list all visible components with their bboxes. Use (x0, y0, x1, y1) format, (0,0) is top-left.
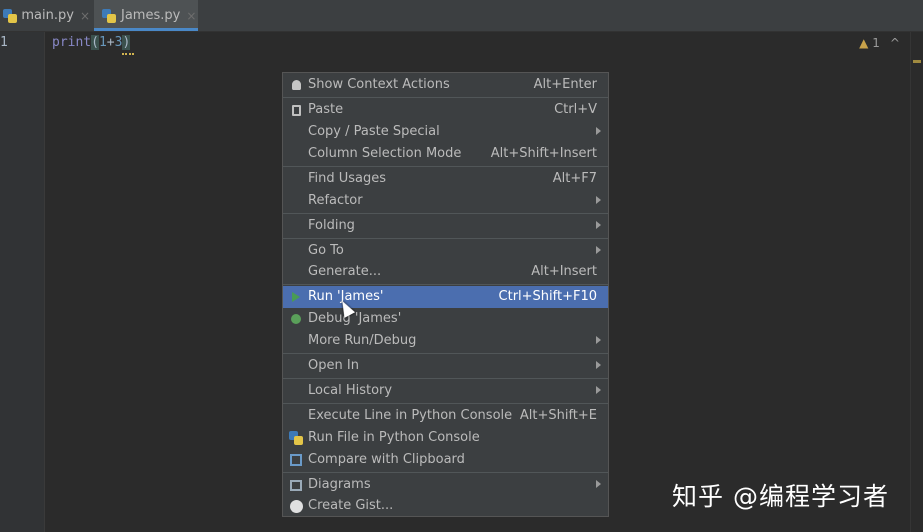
menu-item-more-run-debug[interactable]: More Run/Debug (283, 330, 608, 352)
menu-separator (283, 213, 608, 214)
menu-item-label: Column Selection Mode (308, 146, 462, 161)
warning-squiggle (122, 50, 134, 55)
menu-item-label: Debug 'James' (308, 311, 402, 326)
menu-item-compare-with-clipboard[interactable]: Compare with Clipboard (283, 449, 608, 471)
menu-item-show-context-actions[interactable]: Show Context Actions Alt+Enter (283, 74, 608, 96)
submenu-arrow-icon (596, 246, 601, 254)
line-number: 1 (0, 35, 8, 50)
menu-separator (283, 166, 608, 167)
menu-item-run-file-in-console[interactable]: Run File in Python Console (283, 427, 608, 449)
error-stripe[interactable] (910, 32, 923, 532)
menu-item-run-james[interactable]: Run 'James' Ctrl+Shift+F10 (283, 286, 608, 308)
previous-highlight-button[interactable]: ^ (890, 36, 900, 50)
menu-item-shortcut: Alt+F7 (552, 171, 597, 186)
menu-item-label: Refactor (308, 193, 363, 208)
tab-bar: main.py × James.py × (0, 0, 923, 32)
menu-item-shortcut: Ctrl+Shift+F10 (498, 289, 597, 304)
diagram-icon (288, 477, 304, 493)
menu-item-label: Compare with Clipboard (308, 452, 465, 467)
submenu-arrow-icon (596, 336, 601, 344)
warning-count: 1 (872, 36, 880, 50)
menu-item-shortcut: Alt+Shift+Insert (490, 146, 597, 161)
submenu-arrow-icon (596, 221, 601, 229)
submenu-arrow-icon (596, 196, 601, 204)
menu-item-folding[interactable]: Folding (283, 215, 608, 237)
python-file-icon (102, 8, 116, 23)
submenu-arrow-icon (596, 386, 601, 394)
menu-item-shortcut: Alt+Shift+E (519, 408, 597, 423)
code-paren-close: ) (122, 35, 131, 50)
submenu-arrow-icon (596, 127, 601, 135)
menu-item-label: Copy / Paste Special (308, 124, 440, 139)
run-icon (288, 289, 304, 305)
menu-item-find-usages[interactable]: Find Usages Alt+F7 (283, 168, 608, 190)
warning-indicator[interactable]: ▲ 1 (859, 36, 880, 50)
menu-separator (283, 403, 608, 404)
menu-separator (283, 472, 608, 473)
watermark: 知乎 @编程学习者 (672, 482, 889, 511)
menu-item-label: Paste (308, 102, 344, 117)
clipboard-icon (288, 102, 304, 118)
menu-item-label: Go To (308, 243, 344, 258)
menu-item-go-to[interactable]: Go To (283, 240, 608, 262)
github-icon (288, 498, 304, 514)
inspection-widget: ▲ 1 ^ v (859, 36, 917, 50)
menu-item-shortcut: Alt+Insert (531, 264, 597, 279)
code-operator: + (106, 35, 115, 50)
menu-item-refactor[interactable]: Refactor (283, 190, 608, 212)
menu-item-label: Folding (308, 218, 355, 233)
menu-item-local-history[interactable]: Local History (283, 380, 608, 402)
tab-label: James.py (121, 8, 181, 23)
python-file-icon (3, 8, 18, 23)
bulb-icon (288, 77, 304, 93)
menu-separator (283, 238, 608, 239)
menu-item-paste[interactable]: Paste Ctrl+V (283, 99, 608, 121)
menu-separator (283, 353, 608, 354)
menu-item-shortcut: Ctrl+V (554, 102, 597, 117)
menu-separator (283, 378, 608, 379)
menu-item-label: Local History (308, 383, 393, 398)
submenu-arrow-icon (596, 480, 601, 488)
warning-stripe-mark[interactable] (913, 60, 921, 63)
menu-item-label: Run File in Python Console (308, 430, 480, 445)
menu-item-label: Show Context Actions (308, 77, 450, 92)
tab-main-py[interactable]: main.py × (3, 0, 90, 31)
line-gutter (0, 32, 45, 532)
tab-james-py[interactable]: James.py × (94, 0, 198, 31)
menu-item-open-in[interactable]: Open In (283, 355, 608, 377)
debug-icon (288, 311, 304, 327)
menu-item-generate[interactable]: Generate... Alt+Insert (283, 261, 608, 283)
menu-item-label: Execute Line in Python Console (308, 408, 513, 423)
menu-separator (283, 284, 608, 285)
python-icon (288, 430, 304, 446)
menu-item-diagrams[interactable]: Diagrams (283, 474, 608, 496)
menu-separator (283, 97, 608, 98)
menu-item-execute-line[interactable]: Execute Line in Python Console Alt+Shift… (283, 405, 608, 427)
menu-item-create-gist[interactable]: Create Gist... (283, 495, 608, 517)
menu-item-label: Diagrams (308, 477, 371, 492)
warning-icon: ▲ (859, 36, 869, 50)
code-number: 1 (98, 35, 107, 50)
menu-item-column-selection-mode[interactable]: Column Selection Mode Alt+Shift+Insert (283, 143, 608, 165)
menu-item-copy-paste-special[interactable]: Copy / Paste Special (283, 121, 608, 143)
context-menu: Show Context Actions Alt+Enter Paste Ctr… (282, 72, 609, 517)
active-tab-indicator (94, 28, 198, 31)
tab-label: main.py (21, 8, 74, 23)
menu-item-shortcut: Alt+Enter (533, 77, 597, 92)
menu-item-label: More Run/Debug (308, 333, 417, 348)
menu-item-label: Open In (308, 358, 359, 373)
close-icon[interactable]: × (80, 9, 90, 23)
compare-icon (288, 452, 304, 468)
menu-item-label: Find Usages (308, 171, 387, 186)
code-function: print (52, 35, 92, 50)
code-line[interactable]: print(1+3) (52, 35, 131, 50)
code-paren-open: ( (91, 35, 99, 50)
close-icon[interactable]: × (186, 9, 196, 23)
menu-item-debug-james[interactable]: Debug 'James' (283, 308, 608, 330)
submenu-arrow-icon (596, 361, 601, 369)
menu-item-label: Generate... (308, 264, 382, 279)
menu-item-label: Create Gist... (308, 498, 394, 513)
